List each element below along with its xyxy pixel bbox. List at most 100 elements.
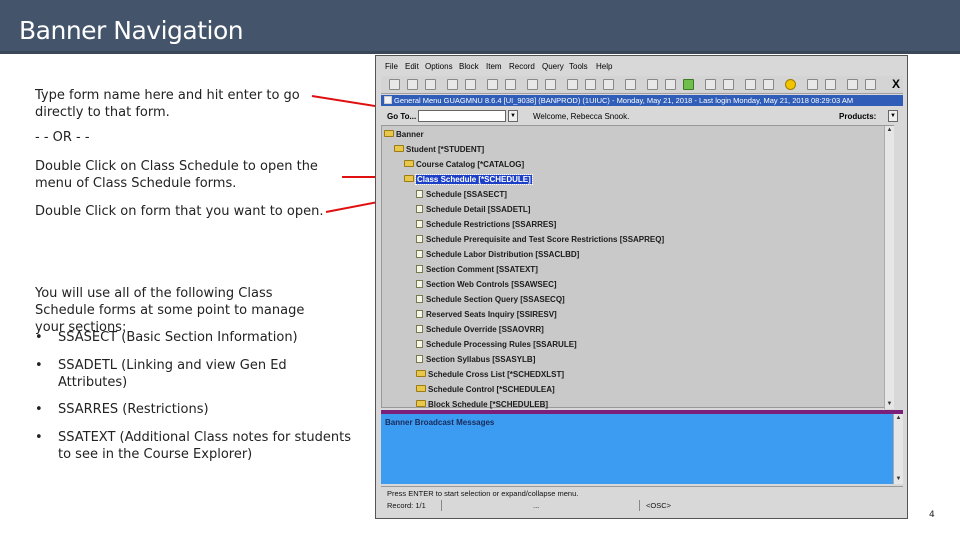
broadcast-messages-label: Banner Broadcast Messages xyxy=(385,418,495,427)
menu-item[interactable]: Item xyxy=(486,62,502,71)
tree-node[interactable]: Course Catalog [*CATALOG] xyxy=(404,159,524,170)
tree-node-label: Class Schedule [*SCHEDULE] xyxy=(415,174,533,185)
previous-record-icon[interactable] xyxy=(527,79,538,90)
status-message: Press ENTER to start selection or expand… xyxy=(387,489,579,498)
back-icon[interactable] xyxy=(745,79,756,90)
list-icon[interactable] xyxy=(807,79,818,90)
tree-scrollbar[interactable]: ▲ ▼ xyxy=(884,126,894,409)
scroll-down-icon[interactable]: ▼ xyxy=(885,400,894,409)
menu-block[interactable]: Block xyxy=(459,62,479,71)
rollback-icon[interactable] xyxy=(407,79,418,90)
scroll-up-icon[interactable]: ▲ xyxy=(894,414,903,423)
tree-node[interactable]: Schedule Processing Rules [SSARULE] xyxy=(416,339,577,350)
cancel-query-icon[interactable] xyxy=(603,79,614,90)
tree-node-label: Section Syllabus [SSASYLB] xyxy=(426,355,536,364)
tree-node-label: Schedule Override [SSAOVRR] xyxy=(426,325,544,334)
form-icon xyxy=(416,294,423,303)
tree-node-label: Schedule Detail [SSADETL] xyxy=(426,205,531,214)
tree-node[interactable]: Schedule Control [*SCHEDULEA] xyxy=(416,384,555,395)
documents-icon[interactable] xyxy=(825,79,836,90)
tree-node-label: Schedule Labor Distribution [SSACLBD] xyxy=(426,250,580,259)
tree-node[interactable]: Schedule Section Query [SSASECQ] xyxy=(416,294,565,305)
tree-node[interactable]: Class Schedule [*SCHEDULE] xyxy=(404,174,533,185)
scroll-up-icon[interactable]: ▲ xyxy=(885,126,894,135)
slide-header: Banner Navigation xyxy=(0,0,960,54)
insert-record-icon[interactable] xyxy=(447,79,458,90)
instruction-class-schedule: Double Click on Class Schedule to open t… xyxy=(35,159,318,191)
messages-scrollbar[interactable]: ▲ ▼ xyxy=(893,414,903,484)
products-dropdown-icon[interactable]: ▼ xyxy=(888,110,898,122)
execute-query-icon[interactable] xyxy=(585,79,596,90)
tree-node[interactable]: Section Comment [SSATEXT] xyxy=(416,264,538,275)
tree-node[interactable]: Schedule Override [SSAOVRR] xyxy=(416,324,544,335)
delete-record-icon[interactable] xyxy=(465,79,476,90)
tree-node[interactable]: Schedule Prerequisite and Test Score Res… xyxy=(416,234,664,245)
tree-node-label: Banner xyxy=(396,130,424,139)
form-icon xyxy=(416,204,423,213)
tree-icon[interactable] xyxy=(705,79,716,90)
options-icon[interactable] xyxy=(625,79,636,90)
tree-node[interactable]: Banner xyxy=(384,129,424,140)
scroll-down-icon[interactable]: ▼ xyxy=(894,475,903,484)
next-record-icon[interactable] xyxy=(545,79,556,90)
tree-node[interactable]: Reserved Seats Inquiry [SSIRESV] xyxy=(416,309,557,320)
status-bar: Press ENTER to start selection or expand… xyxy=(381,486,903,516)
menu-query[interactable]: Query xyxy=(542,62,564,71)
products-label: Products: xyxy=(839,112,877,121)
form-icon xyxy=(416,339,423,348)
tree-node[interactable]: Schedule Labor Distribution [SSACLBD] xyxy=(416,249,579,260)
goto-dropdown-icon[interactable]: ▼ xyxy=(508,110,518,122)
add-icon[interactable] xyxy=(683,79,694,90)
tree-node[interactable]: Schedule Restrictions [SSARRES] xyxy=(416,219,556,230)
menu-file[interactable]: File xyxy=(385,62,398,71)
help-icon[interactable] xyxy=(847,79,858,90)
print-icon[interactable] xyxy=(425,79,436,90)
broadcast-messages-panel: Banner Broadcast Messages ▲ ▼ xyxy=(381,414,903,484)
status-separator xyxy=(639,500,640,511)
info-icon[interactable] xyxy=(865,79,876,90)
goto-input[interactable] xyxy=(418,110,506,122)
window-title: General Menu GUAGMNU 8.6.4 [UI_9038] (BA… xyxy=(394,96,854,105)
tree-node-label: Schedule Control [*SCHEDULEA] xyxy=(428,385,555,394)
bullet-dot: • xyxy=(35,330,43,345)
folder-icon xyxy=(404,160,414,168)
menu-help[interactable]: Help xyxy=(596,62,612,71)
menu-record[interactable]: Record xyxy=(509,62,535,71)
tree-node-label: Schedule Processing Rules [SSARULE] xyxy=(426,340,577,349)
extract-icon[interactable] xyxy=(647,79,658,90)
bullet-text: SSATEXT (Additional Class notes for stud… xyxy=(58,430,352,462)
tree-node-label: Schedule Section Query [SSASECQ] xyxy=(426,295,565,304)
folder-icon xyxy=(416,385,426,393)
tree-node-label: Section Comment [SSATEXT] xyxy=(426,265,538,274)
close-icon[interactable]: X xyxy=(892,77,900,91)
tree-node[interactable]: Schedule Cross List [*SCHEDXLST] xyxy=(416,369,564,380)
search-icon[interactable] xyxy=(665,79,676,90)
next-block-icon[interactable] xyxy=(505,79,516,90)
goto-row: Go To... ▼ Welcome, Rebecca Snook. Produ… xyxy=(381,107,903,125)
previous-block-icon[interactable] xyxy=(487,79,498,90)
save-icon[interactable] xyxy=(389,79,400,90)
tree-node[interactable]: Schedule Detail [SSADETL] xyxy=(416,204,530,215)
tree-node[interactable]: Student [*STUDENT] xyxy=(394,144,484,155)
window-icon xyxy=(384,96,392,104)
bullet-text: SSARRES (Restrictions) xyxy=(58,402,209,417)
bullet-dot: • xyxy=(35,430,43,445)
tree-node-label: Block Schedule [*SCHEDULEB] xyxy=(428,400,549,409)
tree-node[interactable]: Section Web Controls [SSAWSEC] xyxy=(416,279,557,290)
tree-node[interactable]: Block Schedule [*SCHEDULEB] xyxy=(416,399,548,410)
window-titlebar: General Menu GUAGMNU 8.6.4 [UI_9038] (BA… xyxy=(381,95,903,106)
bookmark-icon[interactable] xyxy=(785,79,796,90)
menu-options[interactable]: Options xyxy=(425,62,453,71)
menu-edit[interactable]: Edit xyxy=(405,62,419,71)
form-icon xyxy=(416,279,423,288)
menu-tools[interactable]: Tools xyxy=(569,62,588,71)
page-number: 4 xyxy=(929,510,935,520)
forward-icon[interactable] xyxy=(763,79,774,90)
banner-window: File Edit Options Block Item Record Quer… xyxy=(375,55,908,519)
tree-node[interactable]: Schedule [SSASECT] xyxy=(416,189,507,200)
window-icon[interactable] xyxy=(723,79,734,90)
enter-query-icon[interactable] xyxy=(567,79,578,90)
tree-node[interactable]: Section Syllabus [SSASYLB] xyxy=(416,354,535,365)
slide-title: Banner Navigation xyxy=(19,16,244,45)
form-icon xyxy=(416,264,423,273)
